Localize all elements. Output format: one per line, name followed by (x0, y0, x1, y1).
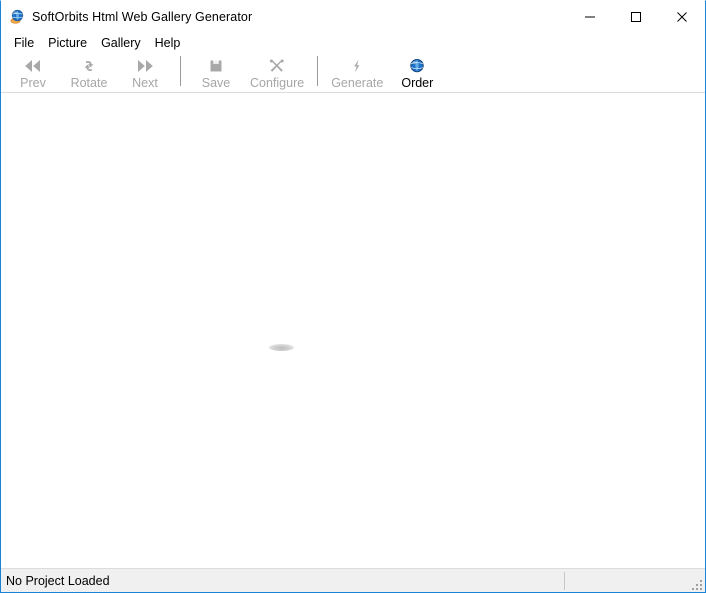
toolbar-label-configure: Configure (250, 76, 305, 90)
toolbar-separator-2 (317, 56, 319, 86)
close-button[interactable] (659, 1, 705, 32)
toolbar-label-generate: Generate (331, 76, 384, 90)
status-bar: No Project Loaded (1, 568, 705, 592)
arrow-left-double-icon (22, 56, 44, 75)
toolbar-button-rotate[interactable]: Rotate (61, 54, 117, 91)
save-icon (205, 56, 227, 75)
menu-item-picture[interactable]: Picture (41, 34, 94, 53)
toolbar-label-next: Next (132, 76, 158, 90)
image-preview-area[interactable] (1, 93, 705, 568)
status-message: No Project Loaded (6, 573, 110, 588)
toolbar-button-configure[interactable]: Configure (244, 54, 310, 91)
menu-bar: File Picture Gallery Help (1, 32, 705, 54)
rotate-icon (78, 56, 100, 75)
minimize-icon (585, 16, 595, 17)
app-globe-icon (9, 9, 25, 25)
maximize-button[interactable] (613, 1, 659, 32)
arrow-right-double-icon (134, 56, 156, 75)
status-divider (564, 571, 565, 590)
title-bar: SoftOrbits Html Web Gallery Generator (1, 1, 705, 32)
toolbar-button-save[interactable]: Save (188, 54, 244, 91)
toolbar-button-order[interactable]: Order (389, 54, 445, 91)
minimize-button[interactable] (567, 1, 613, 32)
toolbar-label-save: Save (201, 76, 231, 90)
menu-item-help[interactable]: Help (148, 34, 188, 53)
application-window: SoftOrbits Html Web Gallery Generator Fi… (0, 0, 706, 593)
toolbar-label-order: Order (401, 76, 434, 90)
lightning-bolt-icon (346, 56, 368, 75)
toolbar-label-prev: Prev (20, 76, 46, 90)
resize-grip[interactable] (690, 578, 702, 590)
toolbar-button-prev[interactable]: Prev (5, 54, 61, 91)
menu-item-gallery[interactable]: Gallery (94, 34, 148, 53)
globe-icon (406, 56, 428, 75)
placeholder-ellipse (269, 344, 294, 351)
close-icon (677, 11, 687, 22)
toolbar-label-rotate: Rotate (70, 76, 108, 90)
toolbar-button-generate[interactable]: Generate (325, 54, 389, 91)
window-title: SoftOrbits Html Web Gallery Generator (32, 9, 253, 24)
tools-icon (266, 56, 288, 75)
toolbar-separator-1 (180, 56, 181, 86)
toolbar-button-next[interactable]: Next (117, 54, 173, 91)
toolbar: Prev Rotate Next Save Configure Generate… (1, 54, 705, 93)
window-controls (567, 1, 705, 32)
maximize-icon (631, 11, 641, 22)
menu-item-file[interactable]: File (7, 34, 41, 53)
